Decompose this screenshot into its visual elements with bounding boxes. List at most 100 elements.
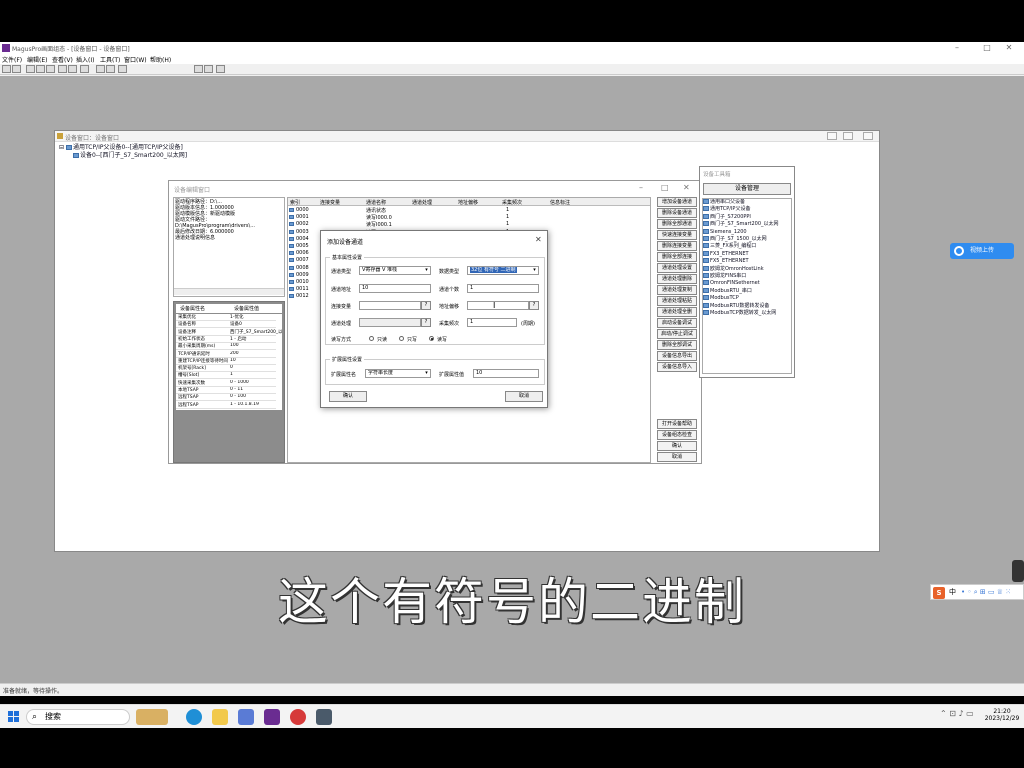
toolbox-item[interactable]: FX5_ETHERNET xyxy=(703,258,791,265)
prop-row[interactable]: 远程TSAP 1 - 10.1.8.19 xyxy=(176,402,276,409)
pointer-icon[interactable] xyxy=(194,65,203,73)
device-manage-button[interactable]: 设备管理 xyxy=(703,183,791,195)
debug-icon[interactable] xyxy=(106,65,115,73)
prop-row[interactable]: 初始工作状态 1 - 启动 xyxy=(176,336,276,343)
side-button[interactable]: 通道处理删除 xyxy=(657,274,697,284)
new-icon[interactable] xyxy=(2,65,11,73)
menu-insert[interactable]: 插入(I) xyxy=(76,55,94,64)
tray-clock[interactable]: 21:20 2023/12/29 xyxy=(984,708,1020,722)
prop-row[interactable]: 最小采集周期(ms) 100 xyxy=(176,343,276,351)
channel-count-input[interactable]: 1 xyxy=(467,284,539,293)
side-button[interactable]: 启动设备调试 xyxy=(657,318,697,328)
toolbox-item[interactable]: 通用TCP/IP父设备 xyxy=(703,206,791,213)
side-button[interactable]: 删除全部连接 xyxy=(657,252,697,262)
copy-icon[interactable] xyxy=(36,65,45,73)
menu-tools[interactable]: 工具(T) xyxy=(100,55,120,64)
connect-var-browse-button[interactable]: ? xyxy=(421,301,431,310)
menu-window[interactable]: 窗口(W) xyxy=(124,55,147,64)
toolbox-icon[interactable] xyxy=(80,65,89,73)
terminal-icon[interactable] xyxy=(316,709,332,725)
prop-row[interactable]: 本地TSAP 0 - 11 xyxy=(176,387,276,394)
close-button[interactable]: ✕ xyxy=(994,43,1024,52)
ext-name-select[interactable]: 字符串长度 ▾ xyxy=(365,369,431,378)
maguspro-icon[interactable] xyxy=(264,709,280,725)
side-button[interactable]: 通道处理粘贴 xyxy=(657,296,697,306)
undo-icon[interactable] xyxy=(58,65,67,73)
windows-start-icon[interactable] xyxy=(8,711,20,723)
menu-view[interactable]: 查看(V) xyxy=(52,55,73,64)
collect-freq-input[interactable]: 1 xyxy=(467,318,517,327)
wrench-icon[interactable] xyxy=(204,65,213,73)
edit-window-maximize[interactable]: □ xyxy=(661,183,669,192)
addr-offset-browse-button[interactable]: ? xyxy=(529,301,539,310)
toolbox-item[interactable]: ModbusTCP数据转发_以太网 xyxy=(703,310,791,317)
cut-icon[interactable] xyxy=(26,65,35,73)
prop-row[interactable]: 机架号[Rack] 0 xyxy=(176,365,276,373)
channel-type-select[interactable]: V寄存器 V 堆栈 ▾ xyxy=(359,266,431,275)
connect-var-input[interactable] xyxy=(359,301,421,310)
side-button[interactable]: 删除连接变量 xyxy=(657,241,697,251)
save-icon[interactable] xyxy=(12,65,21,73)
device-window-minimize[interactable] xyxy=(827,132,837,140)
edge-icon[interactable] xyxy=(186,709,202,725)
toolbox-item[interactable]: ModbusTCP xyxy=(703,295,791,302)
toolbox-item[interactable]: 西门子_S7_Smart200_以太网 xyxy=(703,221,791,228)
channel-addr-input[interactable]: 10 xyxy=(359,284,431,293)
side-button[interactable]: 设备信息导入 xyxy=(657,362,697,372)
prop-row[interactable]: 快速采集次数 0 - 1000 xyxy=(176,380,276,387)
prop-row[interactable]: 槽号[Slot] 1 xyxy=(176,372,276,380)
minimize-button[interactable]: – xyxy=(942,43,972,52)
edit-window-close[interactable]: ✕ xyxy=(683,183,690,192)
data-type-select[interactable]: 32位 有符号 二进制 ▾ xyxy=(467,266,539,275)
toolbox-item[interactable]: FX3_ETHERNET xyxy=(703,250,791,258)
toolbox-item[interactable]: 三菱_FX系列_编程口 xyxy=(703,243,791,250)
rw-readwrite-radio[interactable] xyxy=(429,336,434,341)
table-row[interactable]: 0000 通讯状态 1 xyxy=(288,207,648,214)
side-button[interactable]: 通道处理全删 xyxy=(657,307,697,317)
menu-edit[interactable]: 编辑(E) xyxy=(27,55,47,64)
tree-node-device[interactable]: 设备0--[西门子_S7_Smart200_以太网] xyxy=(59,152,187,160)
menu-help[interactable]: 帮助(H) xyxy=(150,55,171,64)
side-button[interactable]: 通道处理复制 xyxy=(657,285,697,295)
toolbox-item[interactable]: ModbusRTU_串口 xyxy=(703,287,791,295)
taskbar-search[interactable]: ⌕ 搜索 xyxy=(26,709,130,725)
tree-node-parent[interactable]: ⊟ 通用TCP/IP父设备0--[通用TCP/IP父设备] xyxy=(59,144,187,152)
device-window-close[interactable] xyxy=(863,132,873,140)
paste-icon[interactable] xyxy=(46,65,55,73)
bottom-button[interactable]: 取消 xyxy=(657,452,697,462)
dialog-close-icon[interactable]: ✕ xyxy=(535,235,542,244)
side-button[interactable]: 设备信息导出 xyxy=(657,351,697,361)
app-icon[interactable] xyxy=(238,709,254,725)
bottom-button[interactable]: 确认 xyxy=(657,441,697,451)
prop-row[interactable]: 设备注释 西门子_S7_Smart200_以太网 xyxy=(176,329,282,336)
toolbox-item[interactable]: 欧姆龙OmronHostLink xyxy=(703,265,791,273)
menu-file[interactable]: 文件(F) xyxy=(2,55,22,64)
bottom-button[interactable]: 设备组态检查 xyxy=(657,430,697,440)
tools-icon[interactable] xyxy=(96,65,105,73)
toolbox-item[interactable]: ModbusRTU数据转发设备 xyxy=(703,302,791,310)
grid-icon[interactable] xyxy=(216,65,225,73)
table-row[interactable]: 0001 读写I000.0 1 xyxy=(288,214,648,221)
rw-writeonly-radio[interactable] xyxy=(399,336,404,341)
side-button[interactable]: 通道处理设置 xyxy=(657,263,697,273)
prop-row[interactable]: TCP/IP通讯延时 200 xyxy=(176,351,276,358)
tray-icons[interactable]: ⌃ ⊡ ♪ ▭ xyxy=(940,709,974,718)
prop-row[interactable]: 采集优化 1-优化 xyxy=(176,314,276,321)
side-button[interactable]: 启动/停止调试 xyxy=(657,329,697,339)
side-button[interactable]: 增加设备通道 xyxy=(657,197,697,207)
addr-offset-input[interactable] xyxy=(467,301,529,310)
help-icon[interactable] xyxy=(118,65,127,73)
recorder-icon[interactable] xyxy=(290,709,306,725)
ext-value-input[interactable]: 10 xyxy=(473,369,539,378)
upload-button[interactable]: 视频上传 xyxy=(950,243,1014,259)
prop-row[interactable]: 设备名称 设备0 xyxy=(176,321,276,329)
redo-icon[interactable] xyxy=(68,65,77,73)
dialog-ok-button[interactable]: 确认 xyxy=(329,391,367,402)
channel-proc-input[interactable] xyxy=(359,318,421,327)
prop-row[interactable]: 重建TCP/IP连接等待时间(s)10 xyxy=(176,358,276,365)
dialog-cancel-button[interactable]: 取消 xyxy=(505,391,543,402)
prop-row[interactable]: 远程TSAP 0 - 100 xyxy=(176,394,276,402)
channel-proc-browse-button[interactable]: ? xyxy=(421,318,431,327)
side-button[interactable]: 删除全部通道 xyxy=(657,219,697,229)
toolbox-item[interactable]: Siemens_1200 xyxy=(703,228,791,236)
